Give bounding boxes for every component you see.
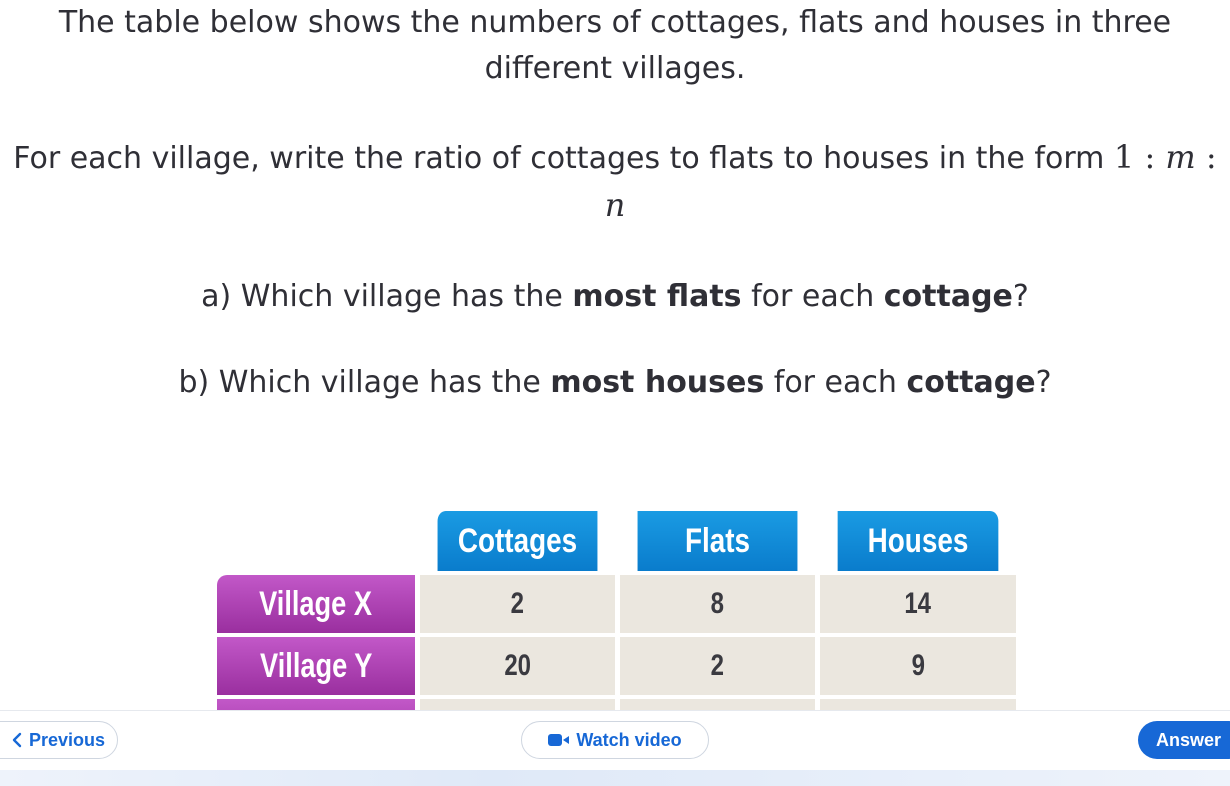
table-cell: 14 [820,575,1016,633]
table-header-flats: Flats [637,511,798,571]
question-instruction: For each village, write the ratio of cot… [0,134,1230,230]
part-a-mid: for each [741,279,884,314]
question-part-b: b) Which village has the most houses for… [0,360,1230,406]
previous-button[interactable]: Previous [0,721,118,759]
watch-video-label: Watch video [576,729,682,750]
header-label: Houses [867,521,969,560]
part-a-prefix: a) Which village has the [201,279,573,314]
part-b-bold-2: cottage [906,365,1036,400]
table-cell: 20 [420,637,615,695]
cell-value: 20 [504,649,531,682]
row-label-text: Village X [259,584,373,623]
cell-value: 8 [710,587,725,620]
answer-label: Answer [1156,729,1222,750]
table-cell: 8 [620,575,815,633]
table-header-cottages: Cottages [437,511,598,571]
table-header-houses: Houses [837,511,999,571]
formula-colon-1: : [1144,138,1156,176]
formula-colon-2: : [1205,138,1217,176]
part-a-suffix: ? [1012,279,1029,314]
previous-label: Previous [28,729,106,750]
part-b-suffix: ? [1035,365,1052,400]
question-part-a: a) Which village has the most flats for … [0,274,1230,320]
header-label: Flats [684,521,751,560]
part-a-bold-1: most flats [572,279,742,314]
cell-value: 2 [710,649,725,682]
answer-button[interactable]: Answer [1138,721,1230,759]
row-label-village-x: Village X [217,575,415,633]
chevron-left-icon [11,732,23,748]
village-table: Cottages Flats Houses Village X 2 8 14 V… [217,511,1019,711]
formula-one: 1 [1113,138,1135,176]
question-text: The table below shows the numbers of cot… [0,0,1230,406]
part-b-bold-1: most houses [550,365,765,400]
row-label-text: Village Y [259,646,373,685]
row-label-village-y: Village Y [217,637,415,695]
part-b-mid: for each [764,365,907,400]
header-label: Cottages [457,521,578,560]
question-intro: The table below shows the numbers of cot… [58,5,1172,86]
part-a-bold-2: cottage [883,279,1013,314]
watch-video-button[interactable]: Watch video [521,721,709,759]
table-cell: 2 [420,575,615,633]
cell-value: 14 [904,587,932,620]
formula-n: n [604,186,626,224]
bottom-nav: Previous Watch video Answer [0,710,1230,786]
cell-value: 9 [911,649,925,682]
part-b-prefix: b) Which village has the [178,365,551,400]
instruction-text: For each village, write the ratio of cot… [13,141,1105,176]
cell-value: 2 [510,587,525,620]
formula-m: m [1165,138,1196,176]
table-cell: 9 [820,637,1016,695]
table-cell: 2 [620,637,815,695]
video-camera-icon [548,733,570,747]
